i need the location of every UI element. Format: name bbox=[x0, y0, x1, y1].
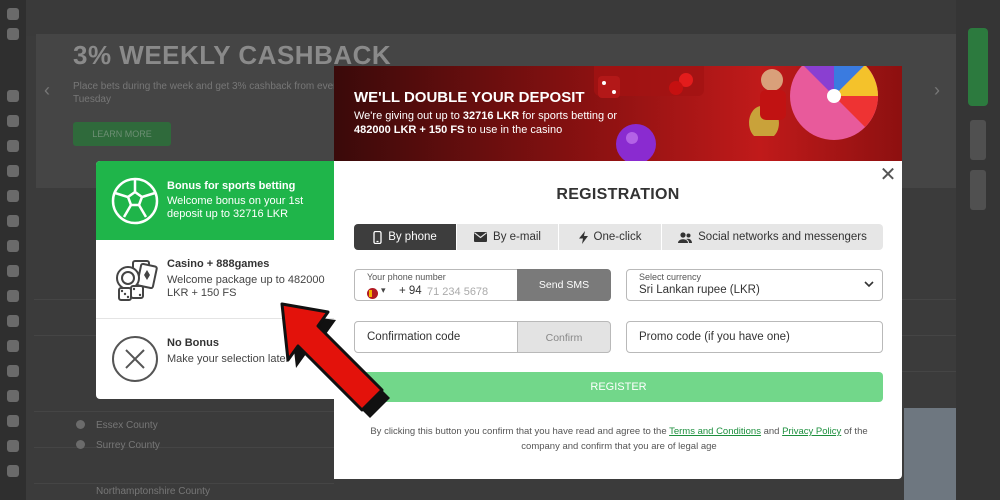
top-bar bbox=[26, 0, 956, 36]
sidebar-icon[interactable] bbox=[7, 28, 19, 40]
promo-banner: WE'LL DOUBLE YOUR DEPOSIT We're giving o… bbox=[334, 66, 902, 161]
bg-odds-cell bbox=[902, 336, 956, 372]
hero-prev-arrow-icon[interactable]: ‹ bbox=[44, 80, 50, 101]
bg-event-row bbox=[34, 448, 334, 484]
bonus-option-title: Casino + 888games bbox=[167, 258, 270, 270]
banner-text-part: to use in the casino bbox=[464, 124, 563, 136]
tab-label: One-click bbox=[593, 231, 642, 243]
hero-subtitle: Place bets during the week and get 3% ca… bbox=[73, 81, 342, 105]
casino-chips-cards-icon bbox=[116, 260, 158, 301]
chevron-down-icon bbox=[864, 281, 874, 288]
phone-input[interactable] bbox=[427, 284, 515, 300]
sidebar-icon[interactable] bbox=[7, 240, 19, 252]
team-logo-icon bbox=[76, 440, 85, 449]
left-sidebar bbox=[0, 0, 26, 500]
chevron-down-icon[interactable]: ▾ bbox=[381, 285, 386, 296]
phone-field-label: Your phone number bbox=[367, 272, 446, 282]
bg-team-name: Essex County bbox=[96, 420, 158, 431]
bonus-option-title: No Bonus bbox=[167, 337, 219, 349]
sidebar-icon[interactable] bbox=[7, 415, 19, 427]
tab-one-click[interactable]: One-click bbox=[559, 224, 662, 250]
promo-code-field bbox=[626, 321, 883, 353]
sidebar-icon[interactable] bbox=[7, 115, 19, 127]
currency-field-label: Select currency bbox=[639, 272, 702, 282]
banner-text-part: We're giving out up to bbox=[354, 110, 463, 122]
currency-select[interactable]: Select currency Sri Lankan rupee (LKR) bbox=[626, 269, 883, 301]
no-bonus-x-icon bbox=[112, 336, 158, 382]
tab-social-networks[interactable]: Social networks and messengers bbox=[662, 224, 883, 250]
banner-sports-amount: 32716 LKR bbox=[462, 110, 520, 122]
phone-icon bbox=[373, 230, 382, 244]
annotation-arrow-icon bbox=[280, 302, 390, 418]
right-rail-green-tab[interactable] bbox=[968, 28, 988, 106]
learn-more-button[interactable]: LEARN MORE bbox=[73, 122, 171, 146]
sidebar-icon[interactable] bbox=[7, 440, 19, 452]
bonus-option-desc: Welcome bonus on your 1st deposit up to … bbox=[167, 195, 304, 220]
banner-text: We're giving out up to 32716 LKR for spo… bbox=[354, 109, 624, 137]
terms-text: and bbox=[760, 426, 783, 437]
bonus-option-title: Bonus for sports betting bbox=[167, 180, 296, 192]
close-icon[interactable]: ✕ bbox=[878, 165, 898, 185]
terms-notice: By clicking this button you confirm that… bbox=[360, 424, 878, 454]
hero-next-arrow-icon[interactable]: › bbox=[934, 80, 940, 101]
sidebar-icon[interactable] bbox=[7, 465, 19, 477]
registration-method-tabs: By phone By e-mail One-click Social netw… bbox=[354, 224, 883, 250]
currency-selected-value: Sri Lankan rupee (LKR) bbox=[639, 284, 760, 296]
banner-title: WE'LL DOUBLE YOUR DEPOSIT bbox=[354, 89, 585, 106]
right-rail-tab[interactable] bbox=[970, 120, 986, 160]
promo-code-input[interactable] bbox=[639, 322, 879, 352]
registration-title: REGISTRATION bbox=[556, 186, 680, 203]
video-widget[interactable] bbox=[904, 408, 956, 500]
sidebar-icon[interactable] bbox=[7, 315, 19, 327]
tab-label: Social networks and messengers bbox=[698, 231, 867, 243]
sidebar-icon[interactable] bbox=[7, 265, 19, 277]
sidebar-icon[interactable] bbox=[7, 215, 19, 227]
tab-label: By e-mail bbox=[493, 231, 541, 243]
right-rail-tab[interactable] bbox=[970, 170, 986, 210]
people-icon bbox=[678, 231, 693, 243]
right-sidebar bbox=[956, 0, 1000, 500]
sidebar-icon[interactable] bbox=[7, 340, 19, 352]
terms-and-conditions-link[interactable]: Terms and Conditions bbox=[669, 426, 761, 437]
envelope-icon bbox=[474, 232, 488, 242]
sidebar-icon[interactable] bbox=[7, 190, 19, 202]
sidebar-icon[interactable] bbox=[7, 140, 19, 152]
bg-team-name: Northamptonshire County bbox=[96, 486, 210, 497]
confirmation-code-field: Confirm bbox=[354, 321, 611, 353]
team-logo-icon bbox=[76, 420, 85, 429]
send-sms-button[interactable]: Send SMS bbox=[517, 269, 611, 301]
tab-by-phone[interactable]: By phone bbox=[354, 224, 457, 250]
terms-text: By clicking this button you confirm that… bbox=[370, 426, 670, 437]
sidebar-icon[interactable] bbox=[7, 8, 19, 20]
sidebar-icon[interactable] bbox=[7, 365, 19, 377]
bg-odds-cell bbox=[902, 264, 956, 300]
tab-by-email[interactable]: By e-mail bbox=[457, 224, 559, 250]
confirmation-code-input[interactable] bbox=[367, 322, 527, 352]
banner-casino-amount: 482000 LKR + 150 FS bbox=[354, 124, 465, 136]
soccer-ball-icon bbox=[111, 177, 159, 225]
phone-number-field: Your phone number ▾ + 94 Send SMS bbox=[354, 269, 611, 301]
confirm-button[interactable]: Confirm bbox=[517, 321, 611, 353]
sidebar-icon[interactable] bbox=[7, 165, 19, 177]
banner-text-part: for sports betting or bbox=[519, 110, 617, 122]
lightning-icon bbox=[578, 230, 588, 244]
country-code: + 94 bbox=[399, 285, 422, 297]
register-button[interactable]: REGISTER bbox=[354, 372, 883, 402]
tab-label: By phone bbox=[388, 231, 437, 243]
bonus-option-sports[interactable]: Bonus for sports betting Welcome bonus o… bbox=[96, 161, 334, 240]
bg-odds-cell bbox=[902, 300, 956, 336]
sidebar-icon[interactable] bbox=[7, 390, 19, 402]
bg-team-name: Surrey County bbox=[96, 440, 160, 451]
privacy-policy-link[interactable]: Privacy Policy bbox=[782, 426, 841, 437]
sidebar-icon[interactable] bbox=[7, 290, 19, 302]
sidebar-icon[interactable] bbox=[7, 90, 19, 102]
